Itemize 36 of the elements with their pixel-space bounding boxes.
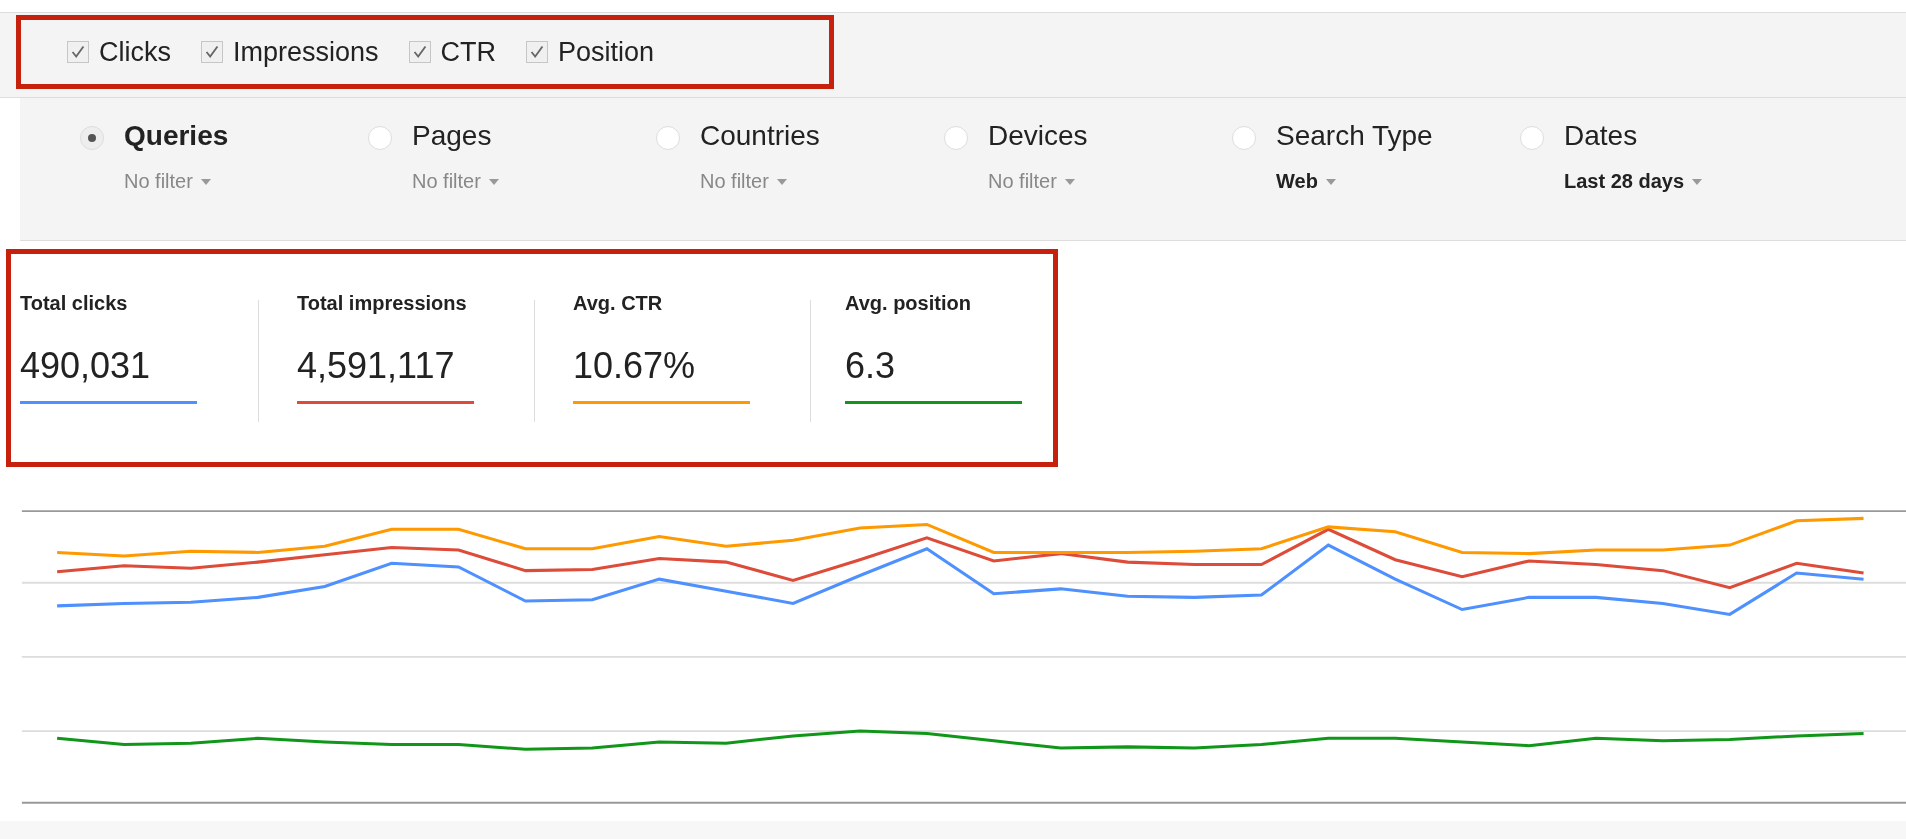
metric-label: Total impressions <box>297 292 468 315</box>
checkbox-icon[interactable] <box>408 41 431 63</box>
dimension-label: Dates <box>1564 120 1639 152</box>
radio-button[interactable] <box>1232 126 1256 150</box>
dimension-label: Devices <box>988 120 1088 152</box>
caret-icon <box>776 178 787 185</box>
caret-icon <box>1325 178 1336 185</box>
metric-checkbox[interactable]: Clicks <box>67 36 171 68</box>
dimension-label: Countries <box>700 120 820 152</box>
metric-label: Avg. CTR <box>573 292 664 315</box>
checkbox-icon[interactable] <box>67 41 89 63</box>
caret-icon <box>1692 178 1703 185</box>
caret-icon <box>200 178 211 185</box>
filter-dropdown[interactable]: Web <box>1276 170 1433 193</box>
metric-value: 6.3 <box>845 345 897 387</box>
filter-dropdown[interactable]: Last 28 days <box>1564 170 1703 193</box>
caret-icon <box>488 178 499 185</box>
checkbox-icon[interactable] <box>526 41 549 63</box>
metric-label: Avg. position <box>845 292 972 315</box>
metric-checkbox[interactable]: Impressions <box>201 36 379 68</box>
metric-value: 4,591,117 <box>297 345 456 387</box>
radio-button[interactable] <box>368 126 392 150</box>
radio-button[interactable] <box>80 126 104 150</box>
checkbox-icon[interactable] <box>201 41 223 63</box>
metric-checkbox[interactable]: Position <box>526 36 655 68</box>
metric-value: 10.67% <box>573 345 697 387</box>
dimension-label: Queries <box>124 120 229 152</box>
radio-button[interactable] <box>656 126 680 150</box>
radio-button[interactable] <box>944 126 968 150</box>
metric-label: Total clicks <box>20 292 129 315</box>
dimension-label: Pages <box>412 120 493 152</box>
dimension-label: Search Type <box>1276 120 1433 152</box>
caret-icon <box>1064 178 1075 185</box>
metric-checkbox[interactable]: CTR <box>408 36 497 68</box>
radio-button[interactable] <box>1520 126 1544 150</box>
metric-value: 490,031 <box>20 345 152 387</box>
